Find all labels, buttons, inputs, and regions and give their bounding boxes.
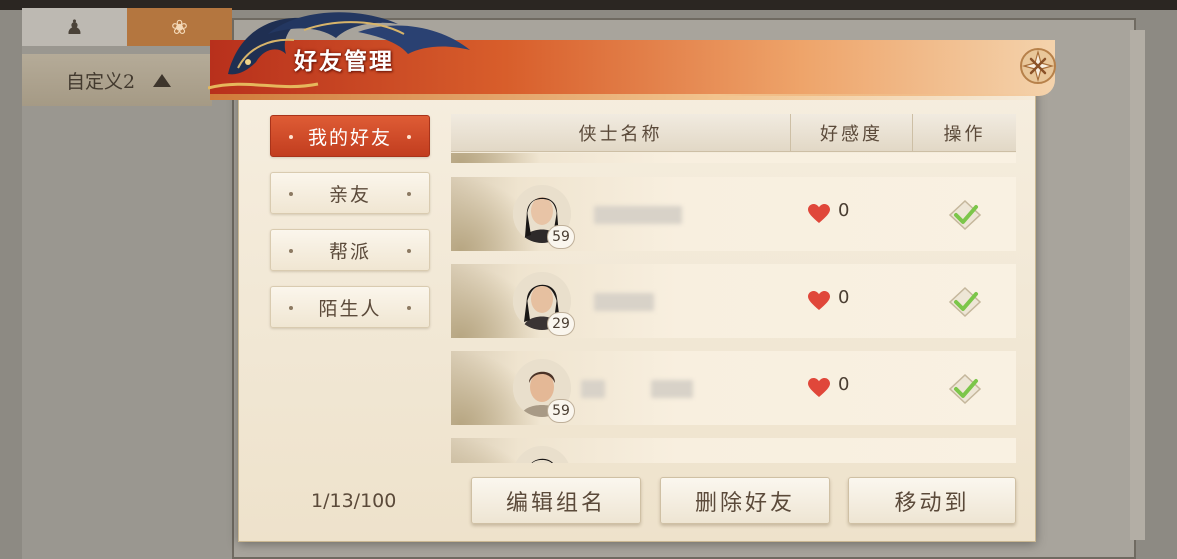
- tab-dot-icon: [407, 192, 411, 196]
- redacted-name: [581, 380, 605, 398]
- column-affinity: 好感度: [791, 114, 913, 152]
- background-tabs: ♟ ❀: [22, 8, 232, 46]
- list-item[interactable]: 59 0: [451, 177, 1016, 251]
- redacted-name: [594, 293, 654, 311]
- checkbox-checked-icon[interactable]: [948, 373, 982, 405]
- dialog-title: 好友管理: [294, 48, 394, 75]
- affinity-value: 0: [838, 287, 850, 308]
- delete-friend-button[interactable]: 删除好友: [660, 477, 830, 524]
- checkbox-checked-icon[interactable]: [948, 199, 982, 231]
- list-item[interactable]: 29 0: [451, 264, 1016, 338]
- level-badge: 29: [547, 312, 575, 336]
- character-tab[interactable]: ♟: [22, 8, 127, 46]
- tab-dot-icon: [289, 135, 293, 139]
- list-item[interactable]: [451, 153, 1016, 163]
- list-item[interactable]: [451, 438, 1016, 463]
- tab-dot-icon: [289, 306, 293, 310]
- column-name: 侠士名称: [451, 114, 791, 152]
- friend-table-header: 侠士名称 好感度 操作: [451, 114, 1016, 152]
- tab-dot-icon: [407, 306, 411, 310]
- column-action: 操作: [943, 124, 986, 145]
- checkbox-checked-icon[interactable]: [948, 286, 982, 318]
- list-item[interactable]: 59 0: [451, 351, 1016, 425]
- character-icon: ♟: [65, 15, 84, 39]
- tab-close-friends[interactable]: 亲友: [270, 172, 430, 214]
- close-icon[interactable]: [1018, 46, 1058, 86]
- friend-count: 1/13/100: [311, 490, 397, 512]
- avatar: [513, 446, 571, 463]
- group-selector[interactable]: 自定义2: [22, 54, 212, 106]
- tab-dot-icon: [289, 249, 293, 253]
- level-badge: 59: [547, 399, 575, 423]
- heart-icon: [808, 291, 830, 310]
- background-side-panel: [22, 46, 232, 559]
- redacted-name: [594, 206, 682, 224]
- affinity-value: 0: [838, 200, 850, 221]
- move-to-button[interactable]: 移动到: [848, 477, 1016, 524]
- collapse-arrow-icon: [153, 73, 172, 87]
- tab-dot-icon: [289, 192, 293, 196]
- tab-strangers[interactable]: 陌生人: [270, 286, 430, 328]
- heart-icon: [808, 204, 830, 223]
- redacted-name: [651, 380, 693, 398]
- tab-label: 帮派: [328, 240, 371, 263]
- heart-icon: [808, 378, 830, 397]
- tab-label: 亲友: [328, 183, 371, 206]
- tab-label: 陌生人: [318, 297, 382, 320]
- level-badge: 59: [547, 225, 575, 249]
- tab-my-friends[interactable]: 我的好友: [270, 115, 430, 157]
- group-label: 自定义2: [66, 70, 136, 93]
- tab-dot-icon: [407, 135, 411, 139]
- tab-label: 我的好友: [307, 126, 392, 149]
- rabbit-icon: ❀: [171, 15, 188, 39]
- affinity-value: 0: [838, 374, 850, 395]
- friend-list[interactable]: 59 0 29 0 59 0: [451, 153, 1016, 463]
- background-right-strip: [1130, 30, 1145, 540]
- tab-guild[interactable]: 帮派: [270, 229, 430, 271]
- edit-group-name-button[interactable]: 编辑组名: [471, 477, 641, 524]
- tab-dot-icon: [407, 249, 411, 253]
